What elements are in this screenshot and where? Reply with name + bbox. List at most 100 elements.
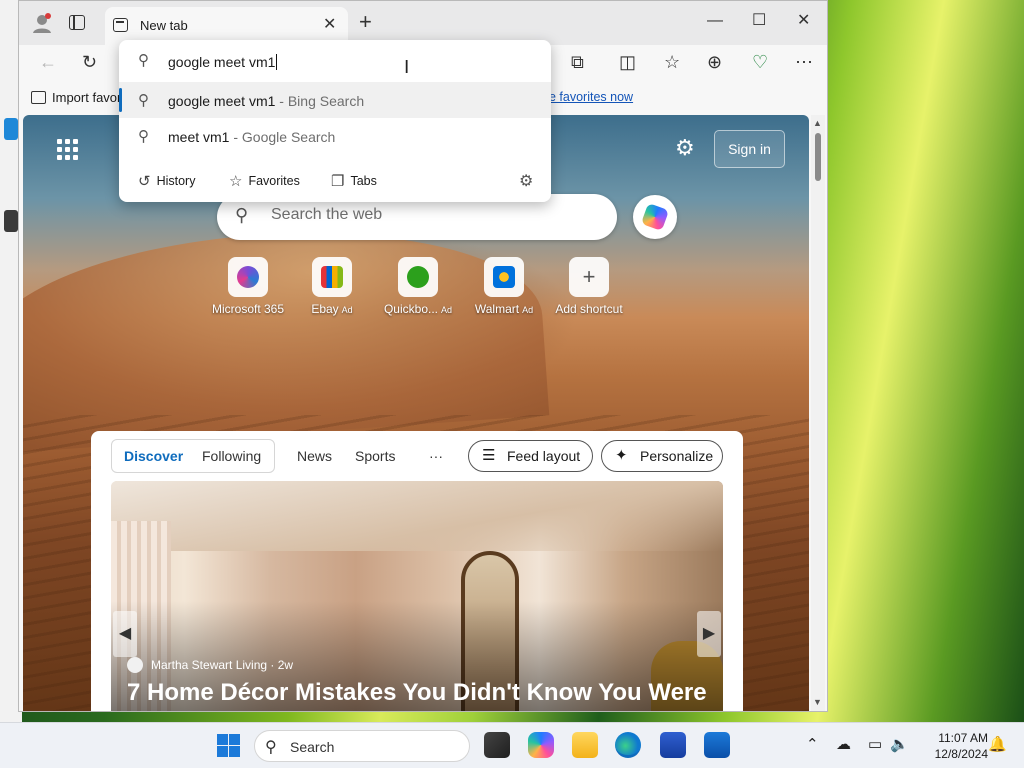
- clock[interactable]: 11:07 AM 12/8/2024: [918, 730, 988, 762]
- copilot-icon: [640, 202, 670, 232]
- suggestion-google[interactable]: ⚲ meet vm1 - Google Search: [119, 118, 551, 154]
- import-icon: [31, 91, 46, 104]
- microsoft-store-icon[interactable]: [660, 732, 686, 758]
- taskbar: ⚲ Search ⌃ ☁ ▭ 🔈 11:07 AM 12/8/2024 🔔: [0, 722, 1024, 768]
- personalize-button[interactable]: ✦ Personalize: [601, 440, 723, 472]
- search-icon: ⚲: [235, 205, 249, 225]
- feed-layout-button[interactable]: ☰ Feed layout: [468, 440, 593, 472]
- favorites-button[interactable]: ☆: [664, 52, 680, 72]
- tab-discover[interactable]: Discover: [124, 448, 183, 464]
- feed-layout-label: Feed layout: [507, 448, 581, 464]
- microsoft-365-icon: [237, 266, 259, 288]
- task-view-icon[interactable]: [484, 732, 510, 758]
- new-tab-page: ⚙ Sign in ⚲ Microsoft 365 EbayAd Quickbo…: [23, 115, 809, 711]
- tabs-icon: ❐: [331, 173, 345, 190]
- history-icon: ↺: [138, 173, 151, 190]
- search-scope-chips: ↺ History ☆ Favorites ❐ Tabs ⚙: [119, 164, 551, 202]
- article-age: · 2w: [267, 658, 294, 672]
- history-chip[interactable]: ↺ History: [138, 172, 195, 190]
- web-search-input[interactable]: [271, 206, 591, 224]
- close-tab-icon[interactable]: ✕: [323, 14, 336, 34]
- ad-badge: Ad: [522, 305, 534, 315]
- minimize-button[interactable]: —: [707, 10, 723, 32]
- more-tabs-button[interactable]: ···: [429, 448, 443, 464]
- tab-strip: New tab ✕ + — ☐ ✕: [19, 1, 827, 45]
- carousel-next-button[interactable]: ▶: [697, 611, 721, 657]
- maximize-button[interactable]: ☐: [752, 10, 766, 32]
- shortcut-walmart[interactable]: Walmart Ad: [459, 257, 549, 316]
- copilot-button[interactable]: [633, 195, 677, 239]
- newtab-favicon-icon: [113, 18, 128, 32]
- scroll-up-icon[interactable]: ▲: [813, 118, 822, 128]
- start-button[interactable]: [217, 734, 240, 757]
- settings-more-button[interactable]: ⋯: [795, 52, 813, 72]
- tab-sports[interactable]: Sports: [355, 448, 395, 464]
- notification-bell-icon[interactable]: 🔔: [988, 735, 1007, 753]
- shortcut-microsoft-365[interactable]: Microsoft 365: [203, 257, 293, 316]
- photo-ceiling: [111, 481, 723, 551]
- shortcut-label: Ebay: [311, 302, 339, 316]
- outlook-icon[interactable]: [704, 732, 730, 758]
- profile-icon[interactable]: [31, 12, 53, 34]
- file-explorer-icon[interactable]: [572, 732, 598, 758]
- favorites-chip[interactable]: ☆ Favorites: [229, 172, 300, 190]
- close-window-button[interactable]: ✕: [797, 10, 810, 32]
- manage-favorites-link[interactable]: e favorites now: [549, 90, 633, 104]
- hero-article-card[interactable]: ◀ ▶ Martha Stewart Living · 2w 7 Home Dé…: [111, 481, 723, 711]
- split-screen-button[interactable]: ◫: [619, 52, 636, 72]
- copilot-taskbar-icon[interactable]: [528, 732, 554, 758]
- onedrive-icon[interactable]: ☁: [836, 735, 851, 753]
- ad-badge: Ad: [341, 305, 353, 315]
- extensions-button[interactable]: ⧉: [571, 52, 584, 72]
- address-bar[interactable]: ⚲ google meet vm1: [119, 42, 551, 78]
- shortcut-label: Add shortcut: [555, 302, 623, 316]
- search-icon: ⚲: [138, 128, 149, 145]
- scroll-down-icon[interactable]: ▼: [813, 697, 822, 707]
- scroll-thumb[interactable]: [815, 133, 821, 181]
- clock-time: 11:07 AM: [938, 731, 988, 745]
- import-favorites-button[interactable]: Import favor: [31, 90, 121, 105]
- tab-title: New tab: [140, 18, 188, 33]
- tab-news[interactable]: News: [297, 448, 332, 464]
- carousel-prev-button[interactable]: ◀: [113, 611, 137, 657]
- tabs-chip[interactable]: ❐ Tabs: [331, 172, 377, 190]
- shortcut-add[interactable]: + Add shortcut: [544, 257, 634, 316]
- desktop-icon[interactable]: [4, 210, 18, 232]
- search-icon: ⚲: [265, 739, 277, 756]
- taskbar-search[interactable]: ⚲ Search: [254, 730, 470, 762]
- article-source: Martha Stewart Living · 2w: [127, 657, 293, 673]
- chip-label: Tabs: [350, 174, 377, 188]
- plus-icon: +: [582, 264, 596, 289]
- tab-following[interactable]: Following: [202, 448, 261, 464]
- desktop-icon[interactable]: [4, 118, 18, 140]
- search-icon: ⚲: [138, 52, 149, 69]
- shortcut-label: Walmart: [474, 302, 520, 316]
- news-feed: Discover Following News Sports ··· ☰ Feed…: [91, 431, 743, 711]
- tab-actions-icon[interactable]: [69, 15, 85, 30]
- browser-essentials-button[interactable]: ♡: [752, 52, 768, 72]
- volume-icon[interactable]: 🔈: [890, 735, 909, 753]
- edge-icon[interactable]: [615, 732, 641, 758]
- taskbar-search-label: Search: [290, 739, 335, 755]
- search-icon: ⚲: [138, 92, 149, 109]
- page-scrollbar[interactable]: ▲ ▼: [811, 115, 825, 711]
- new-tab-button[interactable]: +: [359, 10, 372, 34]
- address-input[interactable]: google meet vm1: [168, 54, 278, 70]
- suggestion-bing[interactable]: ⚲ google meet vm1 - Bing Search: [119, 82, 551, 118]
- search-settings-icon[interactable]: ⚙: [519, 171, 533, 191]
- show-hidden-icons-button[interactable]: ⌃: [806, 735, 819, 753]
- clock-date: 12/8/2024: [934, 747, 988, 761]
- shortcut-quickbooks[interactable]: Quickbo... Ad: [373, 257, 463, 316]
- suggestion-text: meet vm1: [168, 129, 230, 145]
- page-settings-icon[interactable]: ⚙: [675, 135, 695, 161]
- app-launcher-icon[interactable]: [57, 139, 79, 161]
- article-headline[interactable]: 7 Home Décor Mistakes You Didn't Know Yo…: [127, 679, 707, 707]
- sign-in-button[interactable]: Sign in: [714, 130, 785, 168]
- quick-links: Microsoft 365 Ebay Ad Quickbo... Ad Walmar…: [203, 257, 633, 317]
- refresh-button[interactable]: ↻: [82, 52, 97, 72]
- network-icon[interactable]: ▭: [868, 735, 882, 753]
- back-button[interactable]: ←: [39, 52, 57, 72]
- shortcut-ebay[interactable]: Ebay Ad: [287, 257, 377, 316]
- collections-button[interactable]: ⊕: [707, 52, 722, 72]
- sliders-icon: ☰: [482, 447, 496, 464]
